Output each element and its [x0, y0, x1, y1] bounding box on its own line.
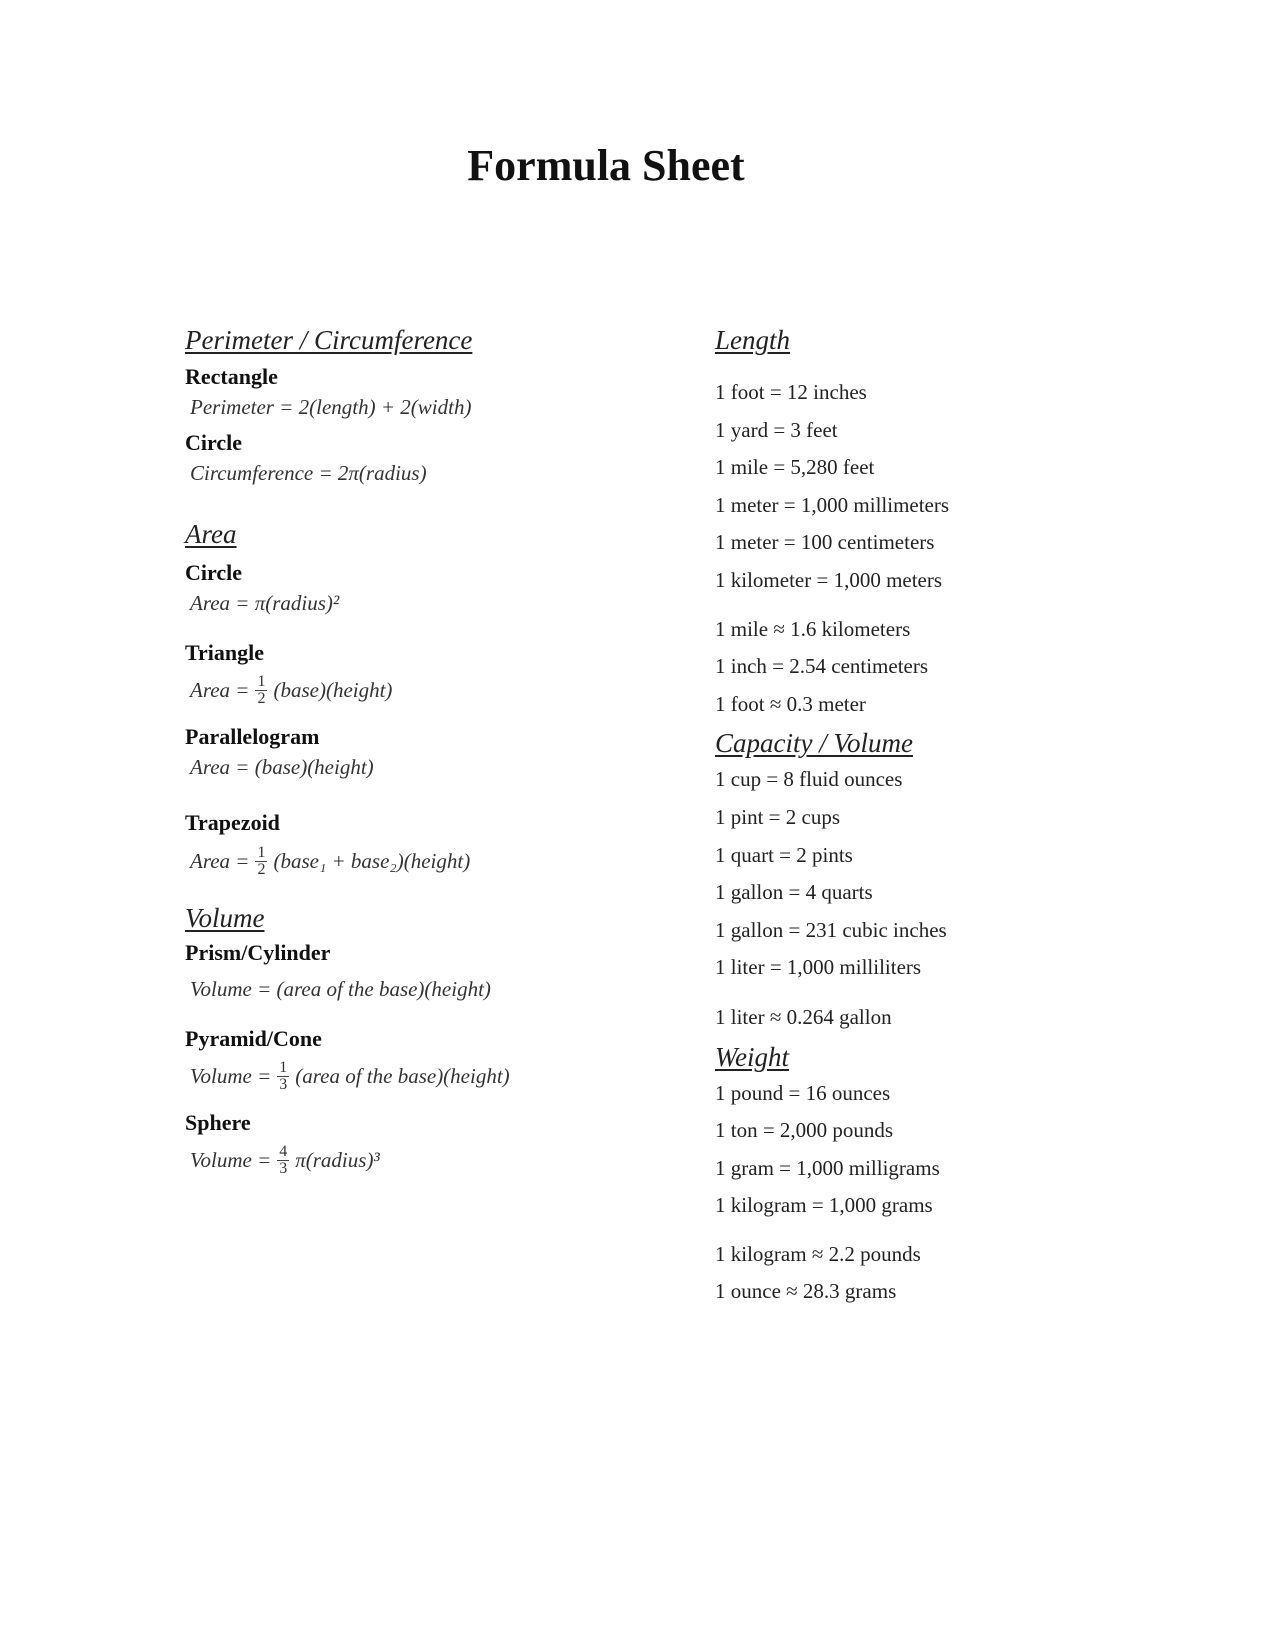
section-heading: Perimeter / Circumference — [185, 325, 473, 355]
conversion-item: 1 ton = 2,000 pounds — [715, 1118, 894, 1143]
shape-name: Pyramid/Cone — [185, 1026, 322, 1051]
fraction: 1 2 — [255, 672, 268, 707]
conversion-item: 1 pound = 16 ounces — [715, 1080, 891, 1105]
conversion-item: 1 gram = 1,000 milligrams — [715, 1155, 940, 1180]
formula: Circumference = 2π(radius) — [190, 461, 427, 485]
weight-section: Weight 1 pound = 16 ounces 1 ton = 2,000… — [715, 1039, 1115, 1312]
shape-name: Sphere — [185, 1110, 251, 1135]
conversion-item: 1 cup = 8 fluid ounces — [715, 767, 903, 792]
formula: Area = 1 2 (base₁ + base₂)(height) — [190, 838, 665, 884]
shape-name: Prism/Cylinder — [185, 940, 331, 965]
formula: Area = 1 2 (base)(height) — [190, 668, 665, 712]
formula: Perimeter = 2(length) + 2(width) — [190, 395, 472, 419]
section-heading: Volume — [185, 903, 265, 933]
conversion-item: 1 mile = 5,280 feet — [715, 455, 875, 480]
fraction-numerator: 1 — [277, 1058, 290, 1077]
shape-name: Triangle — [185, 640, 265, 665]
formula-lhs: Volume = — [190, 1148, 272, 1172]
fraction-numerator: 4 — [277, 1142, 290, 1161]
conversion-item: 1 gallon = 4 quarts — [715, 880, 873, 905]
shape-name: Trapezoid — [185, 810, 280, 835]
conversion-item: 1 pint = 2 cups — [715, 804, 841, 829]
conversion-item: 1 liter = 1,000 milliliters — [715, 955, 922, 980]
fraction-denominator: 2 — [257, 860, 266, 878]
conversion-item: 1 gallon = 231 cubic inches — [715, 917, 947, 942]
formula-lhs: Area = — [190, 678, 250, 702]
shape-name: Circle — [185, 430, 243, 455]
section-heading: Area — [185, 519, 237, 549]
formula-rhs: (base)(height) — [273, 678, 393, 702]
shape-name: Circle — [185, 560, 243, 585]
shape-name: Parallelogram — [185, 724, 320, 749]
area-section: Area Circle Area = π(radius)² Triangle A… — [185, 516, 665, 884]
conversion-item: 1 mile ≈ 1.6 kilometers — [715, 616, 911, 641]
formula-rhs: π(radius)³ — [295, 1148, 380, 1172]
formula-rhs: (base₁ + base₂)(height) — [273, 849, 471, 873]
fraction-denominator: 3 — [279, 1075, 288, 1093]
formula: Area = π(radius)² — [190, 591, 340, 615]
formulas-column: Perimeter / Circumference Rectangle Peri… — [185, 322, 665, 1182]
conversion-item: 1 kilogram = 1,000 grams — [715, 1193, 933, 1218]
section-heading: Weight — [715, 1041, 789, 1072]
conversion-item: 1 kilometer = 1,000 meters — [715, 567, 943, 592]
conversion-item: 1 liter ≈ 0.264 gallon — [715, 1004, 892, 1029]
fraction-denominator: 3 — [279, 1159, 288, 1177]
volume-section: Volume Prism/Cylinder Volume = (area of … — [185, 900, 665, 1182]
formula-rhs: (area of the base)(height) — [295, 1064, 510, 1088]
page-title: Formula Sheet — [467, 141, 745, 190]
conversions-column: Length 1 foot = 12 inches 1 yard = 3 fee… — [715, 322, 1115, 1311]
formula-lhs: Volume = — [190, 1064, 272, 1088]
fraction-numerator: 1 — [255, 672, 268, 691]
fraction: 1 2 — [255, 843, 268, 878]
section-heading: Capacity / Volume — [715, 728, 913, 759]
conversion-item: 1 foot ≈ 0.3 meter — [715, 691, 866, 716]
conversion-item: 1 inch = 2.54 centimeters — [715, 654, 929, 679]
conversion-item: 1 foot = 12 inches — [715, 380, 867, 404]
conversion-item: 1 ounce ≈ 28.3 grams — [715, 1279, 897, 1304]
conversion-item: 1 meter = 1,000 millimeters — [715, 492, 950, 517]
conversion-item: 1 kilogram ≈ 2.2 pounds — [715, 1241, 921, 1266]
perimeter-section: Perimeter / Circumference Rectangle Peri… — [185, 322, 665, 488]
fraction-numerator: 1 — [255, 843, 268, 862]
formula: Volume = 1 3 (area of the base)(height) — [190, 1054, 665, 1098]
length-section: Length 1 foot = 12 inches 1 yard = 3 fee… — [715, 322, 1115, 723]
fraction: 4 3 — [277, 1142, 290, 1177]
formula-lhs: Area = — [190, 849, 250, 873]
formula: Volume = 4 3 π(radius)³ — [190, 1138, 665, 1182]
conversion-item: 1 meter = 100 centimeters — [715, 530, 935, 555]
fraction: 1 3 — [277, 1058, 290, 1093]
formula: Volume = (area of the base)(height) — [190, 977, 491, 1001]
conversion-item: 1 yard = 3 feet — [715, 417, 838, 442]
formula: Area = (base)(height) — [190, 755, 374, 779]
conversion-item: 1 quart = 2 pints — [715, 842, 853, 867]
section-heading: Length — [715, 325, 791, 355]
capacity-section: Capacity / Volume 1 cup = 8 fluid ounces… — [715, 725, 1115, 1036]
shape-name: Rectangle — [185, 364, 278, 389]
fraction-denominator: 2 — [257, 689, 266, 707]
